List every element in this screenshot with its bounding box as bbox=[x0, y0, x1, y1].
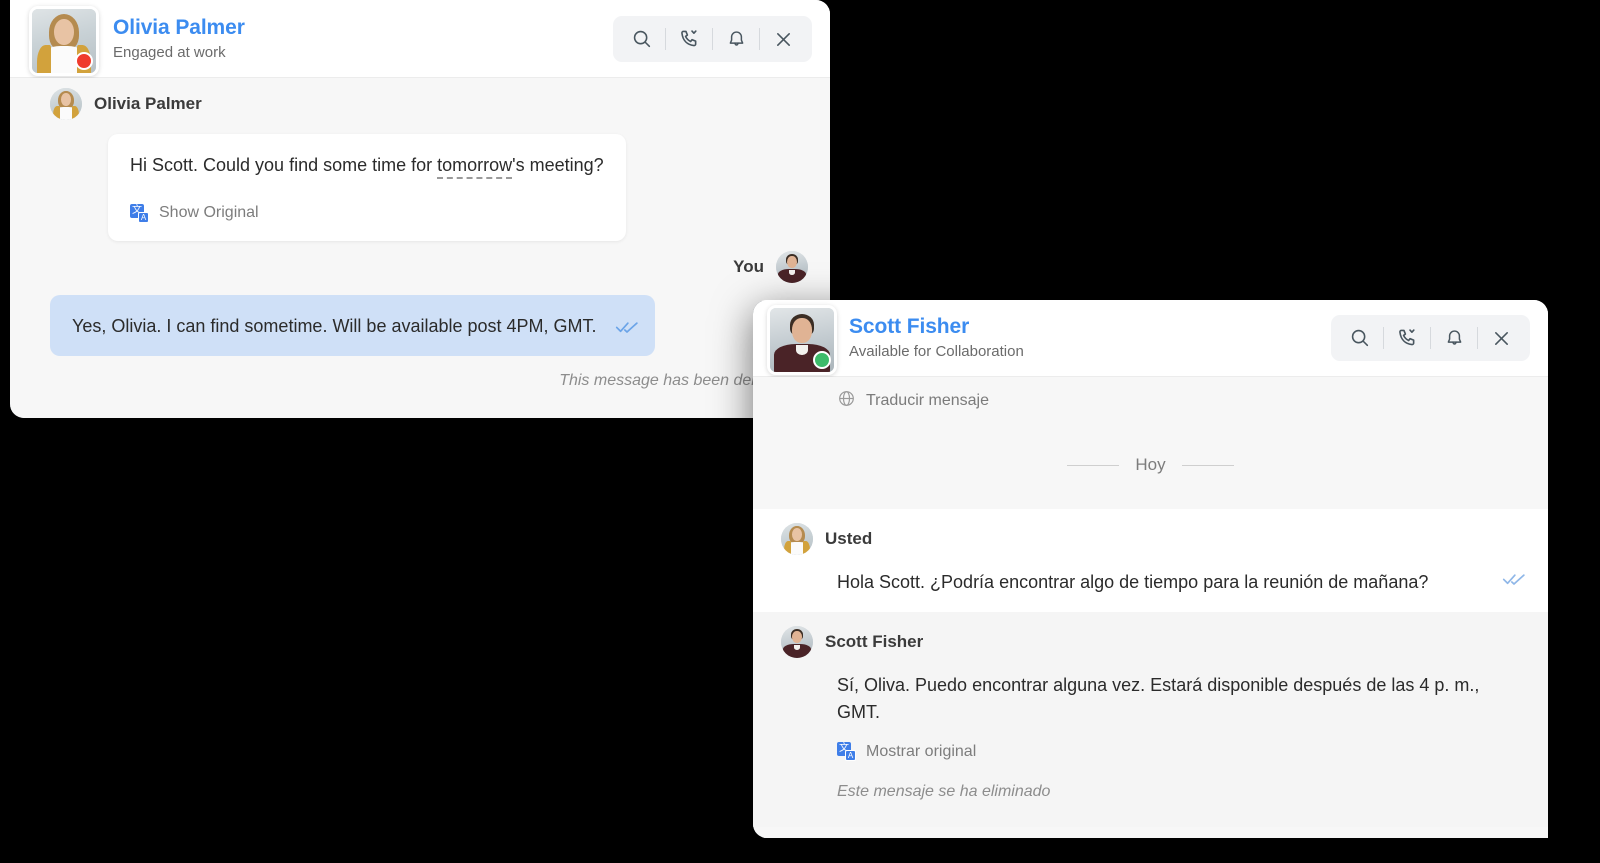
read-receipt-icon bbox=[615, 315, 639, 342]
avatar bbox=[29, 6, 99, 76]
message-bubble-incoming[interactable]: Hi Scott. Could you find some time for t… bbox=[108, 134, 626, 241]
message-text-part-2: 's meeting? bbox=[512, 155, 604, 175]
message-incoming: Scott Fisher Sí, Oliva. Puedo encontrar … bbox=[753, 612, 1548, 827]
message-bubble-outgoing[interactable]: Yes, Olivia. I can find sometime. Will b… bbox=[50, 295, 655, 356]
deleted-message-note: This message has been deleted bbox=[50, 356, 808, 390]
message-text: Yes, Olivia. I can find sometime. Will b… bbox=[72, 316, 597, 336]
message-sender-row: Scott Fisher bbox=[753, 626, 1548, 658]
avatar-olivia-small bbox=[50, 88, 82, 120]
search-icon[interactable] bbox=[1337, 315, 1383, 361]
show-original-button[interactable]: 文A Show Original bbox=[130, 201, 604, 225]
day-divider-label: Hoy bbox=[1135, 455, 1165, 475]
search-icon[interactable] bbox=[619, 16, 665, 62]
status-badge-busy bbox=[75, 52, 93, 70]
avatar-scott-small bbox=[776, 251, 808, 283]
peer-status: Available for Collaboration bbox=[849, 343, 1024, 362]
sender-name: Scott Fisher bbox=[825, 632, 923, 652]
call-icon[interactable] bbox=[1384, 315, 1430, 361]
message-text-part-1: Hi Scott. Could you find some time for bbox=[130, 155, 437, 175]
status-badge-available bbox=[813, 351, 831, 369]
divider-line-left bbox=[1067, 465, 1119, 466]
message-sender-row: You bbox=[50, 241, 808, 283]
avatar bbox=[767, 305, 837, 375]
show-original-label: Show Original bbox=[159, 201, 259, 225]
bell-icon[interactable] bbox=[713, 16, 759, 62]
divider-line-right bbox=[1182, 465, 1234, 466]
peer-identity: Olivia Palmer Engaged at work bbox=[113, 15, 245, 63]
message-text-wrapper[interactable]: Sí, Oliva. Puedo encontrar alguna vez. E… bbox=[753, 658, 1548, 742]
translate-icon: 文A bbox=[130, 204, 149, 223]
sender-name: Usted bbox=[825, 529, 872, 549]
avatar-olivia-small bbox=[781, 523, 813, 555]
chat-header-scott: Scott Fisher Available for Collaboration bbox=[753, 300, 1548, 377]
message-text-wrapper[interactable]: Hola Scott. ¿Podría encontrar algo de ti… bbox=[753, 555, 1548, 612]
chat-window-scott: Scott Fisher Available for Collaboration bbox=[753, 300, 1548, 838]
message-incoming: Olivia Palmer Hi Scott. Could you find s… bbox=[10, 78, 830, 241]
avatar-scott-small bbox=[781, 626, 813, 658]
peer-identity: Scott Fisher Available for Collaboration bbox=[849, 314, 1024, 362]
avatar-photo-olivia bbox=[32, 9, 96, 73]
show-original-label: Mostrar original bbox=[866, 743, 976, 761]
message-text: Sí, Oliva. Puedo encontrar alguna vez. E… bbox=[837, 675, 1479, 722]
peer-name[interactable]: Scott Fisher bbox=[849, 314, 1024, 340]
peer-name[interactable]: Olivia Palmer bbox=[113, 15, 245, 41]
deleted-message-note: Este mensaje se ha eliminado bbox=[753, 779, 1548, 827]
message-sender-row: Olivia Palmer bbox=[50, 78, 808, 120]
message-list-scott[interactable]: Traducir mensaje Hoy Usted Hola Scott. ¿… bbox=[753, 377, 1548, 838]
chat-window-olivia: Olivia Palmer Engaged at work bbox=[10, 0, 830, 418]
sender-name: You bbox=[733, 257, 764, 277]
message-text: Hola Scott. ¿Podría encontrar algo de ti… bbox=[837, 572, 1428, 592]
message-sender-row: Usted bbox=[753, 523, 1548, 555]
close-icon[interactable] bbox=[760, 16, 806, 62]
message-outgoing: Usted Hola Scott. ¿Podría encontrar algo… bbox=[753, 509, 1548, 612]
smart-entity-tomorrow[interactable]: tomorrow bbox=[437, 155, 512, 179]
message-outgoing: You Yes, Olivia. I can find sometime. Wi… bbox=[10, 241, 830, 390]
read-receipt-icon bbox=[1502, 567, 1526, 594]
call-icon[interactable] bbox=[666, 16, 712, 62]
translate-message-label: Traducir mensaje bbox=[866, 392, 989, 410]
globe-icon bbox=[837, 389, 856, 413]
show-original-button[interactable]: 文A Mostrar original bbox=[753, 742, 1548, 779]
screen-background: Olivia Palmer Engaged at work bbox=[0, 0, 1600, 863]
message-list-olivia[interactable]: Olivia Palmer Hi Scott. Could you find s… bbox=[10, 78, 830, 418]
translate-message-button[interactable]: Traducir mensaje bbox=[753, 377, 1548, 413]
close-icon[interactable] bbox=[1478, 315, 1524, 361]
day-divider: Hoy bbox=[753, 455, 1548, 475]
header-toolbar bbox=[1331, 315, 1530, 361]
sender-name: Olivia Palmer bbox=[94, 94, 202, 114]
bell-icon[interactable] bbox=[1431, 315, 1477, 361]
header-toolbar bbox=[613, 16, 812, 62]
chat-header-olivia: Olivia Palmer Engaged at work bbox=[10, 0, 830, 78]
translate-icon: 文A bbox=[837, 742, 856, 761]
peer-status: Engaged at work bbox=[113, 44, 245, 63]
avatar-photo-scott bbox=[770, 308, 834, 372]
